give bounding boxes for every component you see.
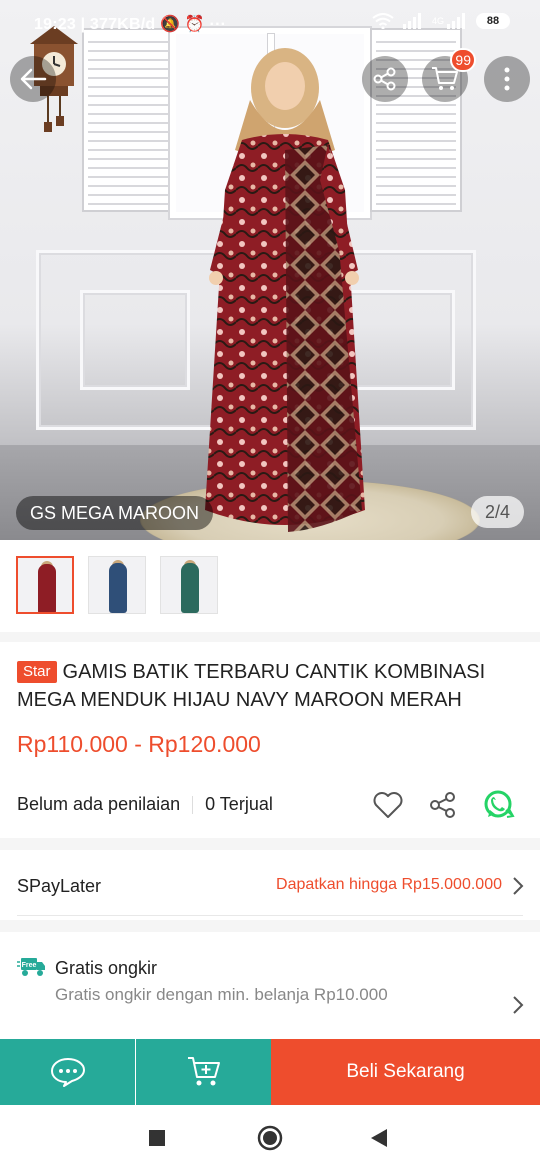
product-actions — [372, 788, 516, 822]
back-button[interactable] — [10, 56, 56, 102]
sold-count: 0 Terjual — [205, 794, 273, 814]
separator — [192, 795, 194, 814]
recent-apps-button[interactable] — [148, 1129, 166, 1147]
section-divider — [0, 838, 540, 850]
wifi-icon — [372, 13, 394, 29]
rating-row: Belum ada penilaian 0 Terjual — [17, 794, 273, 815]
model-photo — [205, 48, 365, 532]
thumbnail-variant-1[interactable] — [16, 556, 74, 614]
mute-icon: 🔕 — [159, 16, 181, 33]
cart-count-badge: 99 — [450, 48, 476, 72]
more-options-button[interactable] — [484, 56, 530, 102]
chevron-right-icon — [513, 877, 524, 895]
spaylater-label: SPayLater — [17, 876, 102, 896]
shipping-row[interactable]: Free Gratis ongkir Gratis ongkir dengan … — [0, 940, 540, 1040]
product-title: Star GAMIS BATIK TERBARU CANTIK KOMBINASI… — [17, 658, 525, 714]
arrow-left-icon — [20, 68, 47, 90]
back-nav-button[interactable] — [370, 1128, 388, 1148]
add-to-cart-button[interactable] — [136, 1039, 271, 1105]
free-shipping-truck-icon: Free — [17, 958, 45, 976]
status-time: 19:23 | 377KB/d 🔕 ⏰ ··· — [34, 16, 227, 33]
bottom-action-bar: Beli Sekarang — [0, 1039, 540, 1105]
network-type: 4G — [431, 16, 444, 26]
thumbnail-strip — [16, 556, 218, 614]
shipping-subtitle: Gratis ongkir dengan min. belanja Rp10.0… — [55, 985, 388, 1004]
thumbnail-variant-3[interactable] — [160, 556, 218, 614]
status-bar: 19:23 | 377KB/d 🔕 ⏰ ··· 4G 88 — [0, 0, 540, 48]
section-divider — [0, 632, 540, 642]
rating-text: Belum ada penilaian — [17, 794, 181, 814]
cart-plus-icon — [187, 1057, 220, 1086]
signal-icon — [402, 13, 421, 29]
thumbnail-model-dress — [38, 564, 56, 612]
system-nav-bar — [0, 1105, 540, 1170]
battery-indicator: 88 — [476, 13, 510, 29]
variant-label: GS MEGA MAROON — [16, 496, 214, 530]
thumbnail-model-dress — [181, 563, 199, 613]
buy-now-button[interactable]: Beli Sekarang — [271, 1039, 540, 1105]
spaylater-offer: Dapatkan hingga Rp15.000.000 — [276, 876, 502, 893]
share-button[interactable] — [362, 56, 408, 102]
cart-button[interactable]: 99 — [422, 48, 476, 102]
chat-button[interactable] — [0, 1039, 135, 1105]
window-shutter — [84, 30, 172, 210]
whatsapp-icon[interactable] — [482, 788, 516, 822]
star-seller-badge: Star — [17, 661, 57, 683]
shipping-title: Gratis ongkir — [55, 958, 158, 978]
product-image-carousel[interactable]: 19:23 | 377KB/d 🔕 ⏰ ··· 4G 88 99 GS MEGA… — [0, 0, 540, 540]
signal-icon — [447, 13, 465, 29]
free-badge-text: Free — [22, 962, 37, 969]
share-icon[interactable] — [428, 790, 458, 820]
heart-icon[interactable] — [372, 791, 404, 819]
section-divider — [0, 920, 540, 932]
image-counter: 2/4 — [470, 496, 524, 528]
share-icon — [373, 67, 396, 91]
more-vertical-icon — [504, 67, 510, 91]
more-notifications-icon: ··· — [209, 16, 227, 33]
thumbnail-model-dress — [109, 563, 127, 613]
chat-bubble-icon — [50, 1058, 85, 1087]
network-speed: 377KB/d — [89, 16, 156, 33]
alarm-icon: ⏰ — [184, 16, 205, 33]
spaylater-row[interactable]: SPayLater Dapatkan hingga Rp15.000.000 — [0, 856, 540, 916]
thumbnail-variant-2[interactable] — [88, 556, 146, 614]
product-title-text: GAMIS BATIK TERBARU CANTIK KOMBINASI MEG… — [17, 661, 486, 711]
home-button[interactable] — [257, 1125, 283, 1151]
product-price: Rp110.000 - Rp120.000 — [17, 731, 261, 757]
row-divider — [17, 915, 523, 916]
chevron-right-icon — [513, 996, 524, 1014]
